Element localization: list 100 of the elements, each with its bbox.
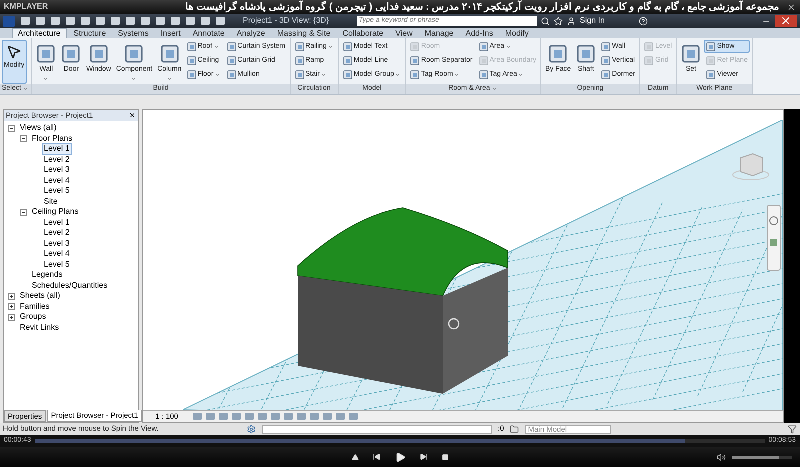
ribbon-tab[interactable]: Insert [156, 29, 186, 38]
tool-icon [706, 70, 716, 80]
close-icon[interactable] [129, 112, 136, 119]
tree-item[interactable]: Views (all) [18, 122, 59, 134]
ribbon-tab[interactable]: Manage [420, 29, 459, 38]
caret-icon [23, 86, 30, 92]
tree-item[interactable]: Schedules/Quantities [30, 280, 110, 292]
caret-icon [320, 72, 327, 78]
tree-item[interactable]: Level 1 [42, 216, 72, 229]
ribbon-tab[interactable]: Massing & Site [272, 29, 336, 38]
tree-item[interactable]: Level 4 [42, 174, 72, 187]
volume-icon[interactable] [717, 452, 726, 462]
help-icon[interactable] [638, 16, 648, 26]
tool-icon [36, 44, 56, 64]
tool-icon [706, 56, 716, 66]
next-icon[interactable] [420, 453, 428, 461]
tool-icon [342, 42, 353, 52]
tool-icon [342, 70, 353, 80]
ribbon-tab[interactable]: Systems [113, 29, 154, 38]
tool-icon [681, 44, 702, 64]
tool-icon [706, 42, 716, 52]
tree-item[interactable]: Level 2 [42, 154, 72, 166]
pointer-icon [6, 44, 22, 60]
tree-item[interactable]: Ceiling Plans [30, 206, 81, 218]
expand-icon[interactable] [8, 292, 15, 300]
caret-icon [43, 76, 50, 82]
tree-item[interactable]: Level 2 [42, 227, 72, 240]
ribbon-tab[interactable]: Structure [68, 29, 112, 38]
tool-icon [576, 44, 596, 64]
tool-icon [226, 42, 237, 52]
tree-item[interactable]: Families [18, 300, 52, 313]
tree-item[interactable]: Floor Plans [30, 132, 74, 145]
collapse-icon[interactable] [20, 208, 27, 216]
tree-item[interactable]: Revit Links [18, 322, 62, 334]
tool-icon [644, 42, 654, 52]
play-icon[interactable] [394, 452, 406, 462]
tool-icon [601, 42, 612, 52]
tree-item[interactable]: Groups [18, 311, 48, 324]
stop-icon[interactable] [442, 454, 448, 460]
ribbon-tab[interactable]: View [390, 29, 418, 38]
collapse-icon[interactable] [20, 135, 27, 142]
search-icon[interactable] [541, 16, 550, 26]
volume-slider[interactable] [732, 456, 792, 458]
caret-icon [214, 72, 221, 78]
design-options-icon[interactable] [510, 424, 520, 434]
tree-item[interactable]: Legends [30, 269, 65, 282]
tool-icon [88, 44, 109, 64]
tool-icon [61, 44, 82, 64]
tree-item[interactable]: Level 5 [42, 258, 72, 271]
ribbon-tab[interactable]: Collaborate [338, 29, 389, 38]
tool-icon [342, 56, 353, 66]
tool-icon [160, 44, 180, 64]
ribbon-tab[interactable]: Annotate [188, 29, 230, 38]
ribbon-tab[interactable]: Analyze [232, 29, 270, 38]
close-icon[interactable] [787, 2, 796, 12]
player-brand: KMPLAYER [4, 1, 48, 13]
ribbon-tab[interactable]: Add-Ins [460, 29, 498, 38]
expand-icon[interactable] [8, 303, 15, 310]
tool-icon [478, 42, 489, 52]
tree-item[interactable]: Site [42, 196, 60, 208]
tool-icon [226, 70, 237, 80]
collapse-icon[interactable] [8, 124, 15, 132]
tree-item[interactable]: Level 3 [42, 238, 72, 250]
tree-item[interactable]: Level 4 [42, 248, 72, 260]
tree-item[interactable]: Level 1 [42, 143, 72, 156]
caret-icon [328, 44, 334, 50]
tool-icon [644, 56, 654, 66]
caret-icon [492, 86, 498, 92]
ribbon-tab[interactable]: Architecture [12, 28, 67, 38]
tool-icon [410, 70, 420, 80]
sign-in-link[interactable]: Sign In [580, 15, 605, 27]
tool-icon [186, 42, 197, 52]
caret-icon [506, 44, 512, 50]
tool-icon [478, 56, 489, 66]
tool-icon [478, 70, 489, 80]
expand-icon[interactable] [8, 314, 15, 321]
tree-item[interactable]: Level 5 [42, 185, 72, 198]
eject-icon[interactable] [352, 454, 358, 460]
tool-icon [410, 56, 420, 66]
tool-icon [186, 70, 197, 80]
previous-icon[interactable] [372, 453, 380, 461]
caret-icon [395, 72, 402, 78]
workset-icon[interactable] [247, 424, 256, 434]
tree-item[interactable]: Level 3 [42, 164, 72, 176]
filter-icon[interactable] [788, 424, 797, 434]
tool-icon [601, 70, 612, 80]
caret-icon [131, 76, 138, 82]
tool-icon [601, 56, 612, 66]
tool-icon [410, 42, 420, 52]
window-title: Project1 - 3D View: {3D} [243, 15, 330, 27]
tool-icon [548, 44, 568, 64]
tool-icon [124, 44, 144, 64]
tool-icon [226, 56, 237, 66]
caret-icon [454, 72, 460, 78]
tool-icon [294, 70, 305, 80]
ribbon-tab[interactable]: Modify [500, 29, 534, 38]
caret-icon [518, 72, 524, 78]
tree-item[interactable]: Sheets (all) [18, 290, 62, 302]
star-icon[interactable] [554, 16, 563, 26]
user-icon[interactable] [567, 16, 576, 26]
